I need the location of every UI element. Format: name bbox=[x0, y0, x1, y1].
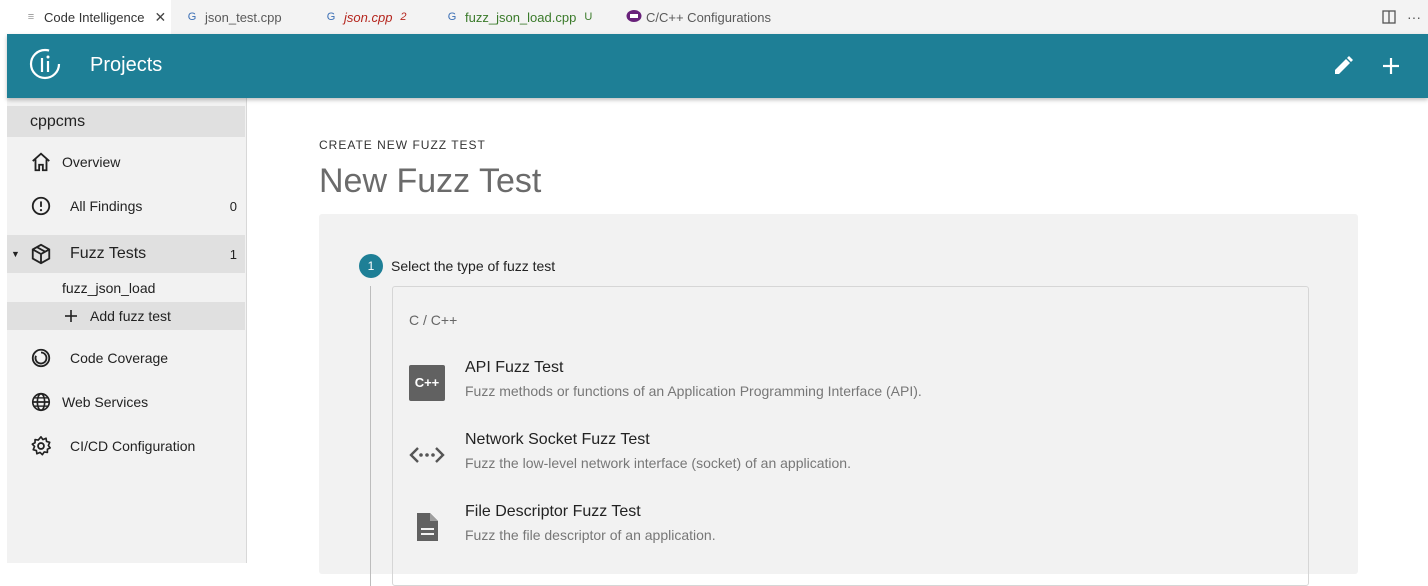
main-content: CREATE NEW FUZZ TEST New Fuzz Test 1 Sel… bbox=[247, 98, 1428, 586]
close-icon[interactable]: ✕ bbox=[154, 9, 166, 26]
problem-count-badge: 2 bbox=[400, 11, 407, 23]
page-overline: CREATE NEW FUZZ TEST bbox=[319, 138, 486, 152]
sidebar-item-label: CI/CD Configuration bbox=[70, 438, 196, 454]
tab-cpp-configurations[interactable]: C/C++ Configurations bbox=[614, 0, 804, 34]
sidebar-item-web-services[interactable]: Web Services bbox=[7, 384, 245, 420]
sidebar-item-cicd-configuration[interactable]: CI/CD Configuration bbox=[7, 428, 245, 464]
caret-down-icon[interactable]: ▼ bbox=[11, 249, 20, 259]
project-name[interactable]: cppcms bbox=[7, 106, 245, 137]
fuzz-test-wizard-card: 1 Select the type of fuzz test C / C++ C… bbox=[319, 214, 1358, 586]
plus-icon bbox=[65, 310, 77, 322]
gear-icon bbox=[31, 436, 51, 456]
fuzz-tests-count: 1 bbox=[229, 246, 237, 262]
editor-tab-bar: ≡ Code Intelligence ✕ G json_test.cpp G … bbox=[0, 0, 1428, 34]
globe-icon bbox=[31, 392, 51, 412]
findings-count: 0 bbox=[229, 198, 237, 214]
sidebar-item-fuzz-json-load[interactable]: fuzz_json_load bbox=[7, 274, 245, 302]
cube-icon bbox=[31, 243, 51, 265]
tab-code-intelligence[interactable]: ≡ Code Intelligence ✕ bbox=[0, 0, 171, 34]
sidebar-item-fuzz-tests[interactable]: ▼ Fuzz Tests 1 bbox=[7, 235, 245, 273]
home-icon bbox=[32, 152, 50, 172]
cpp-file-icon: G bbox=[187, 11, 197, 23]
tab-label: json.cpp bbox=[344, 9, 393, 25]
more-actions-icon[interactable]: ··· bbox=[1407, 0, 1421, 34]
option-description: Fuzz methods or functions of an Applicat… bbox=[465, 383, 922, 399]
sidebar: cppcms Overview All Findings 0 ▼ Fuzz Te… bbox=[7, 98, 247, 563]
network-socket-icon bbox=[409, 447, 445, 463]
sidebar-item-label: fuzz_json_load bbox=[62, 280, 156, 296]
preview-icon: ≡ bbox=[27, 11, 35, 23]
tab-label: json_test.cpp bbox=[205, 9, 282, 25]
tab-fuzz-json-load-cpp[interactable]: G fuzz_json_load.cpp U bbox=[431, 0, 614, 34]
option-api-fuzz-test[interactable]: C++ API Fuzz Test Fuzz methods or functi… bbox=[409, 359, 1289, 415]
tab-label: Code Intelligence bbox=[44, 9, 145, 25]
sidebar-item-label: Fuzz Tests bbox=[70, 245, 147, 262]
add-fuzz-test-button[interactable]: Add fuzz test bbox=[7, 302, 245, 330]
option-network-socket-fuzz-test[interactable]: Network Socket Fuzz Test Fuzz the low-le… bbox=[409, 431, 1289, 487]
code-intelligence-logo bbox=[29, 48, 61, 80]
sidebar-item-all-findings[interactable]: All Findings 0 bbox=[7, 188, 245, 224]
option-file-descriptor-fuzz-test[interactable]: File Descriptor Fuzz Test Fuzz the file … bbox=[409, 503, 1289, 559]
fuzz-test-type-options: C / C++ C++ API Fuzz Test Fuzz methods o… bbox=[392, 286, 1309, 586]
cpp-file-icon: G bbox=[447, 11, 457, 23]
settings-file-icon bbox=[626, 9, 642, 26]
sidebar-item-label: Web Services bbox=[62, 394, 149, 410]
plus-icon[interactable] bbox=[1379, 54, 1403, 78]
header-title: Projects bbox=[90, 54, 163, 76]
file-icon bbox=[417, 513, 438, 541]
step-label: Select the type of fuzz test bbox=[391, 258, 556, 274]
cpp-file-icon: G bbox=[326, 11, 336, 23]
step-number: 1 bbox=[359, 254, 383, 278]
option-title: Network Socket Fuzz Test bbox=[465, 431, 650, 448]
split-editor-icon[interactable] bbox=[1382, 0, 1396, 34]
tab-json-test-cpp[interactable]: G json_test.cpp bbox=[171, 0, 310, 34]
app-header: Projects bbox=[7, 34, 1428, 98]
option-title: File Descriptor Fuzz Test bbox=[465, 503, 641, 520]
step-connector bbox=[370, 286, 371, 586]
untracked-badge: U bbox=[584, 11, 593, 23]
sidebar-item-overview[interactable]: Overview bbox=[7, 144, 245, 180]
sidebar-item-label: All Findings bbox=[70, 198, 143, 214]
pencil-icon[interactable] bbox=[1331, 54, 1355, 78]
cpp-icon: C++ bbox=[409, 365, 445, 401]
coverage-icon bbox=[31, 348, 51, 368]
tab-label: fuzz_json_load.cpp bbox=[465, 9, 577, 25]
sidebar-item-label: Overview bbox=[62, 154, 121, 170]
option-description: Fuzz the file descriptor of an applicati… bbox=[465, 527, 716, 543]
alert-circle-icon bbox=[31, 196, 51, 216]
tab-json-cpp[interactable]: G json.cpp 2 bbox=[310, 0, 431, 34]
tab-label: C/C++ Configurations bbox=[646, 9, 772, 25]
option-description: Fuzz the low-level network interface (so… bbox=[465, 455, 851, 471]
sidebar-item-label: Code Coverage bbox=[70, 350, 169, 366]
language-group-label: C / C++ bbox=[409, 312, 458, 328]
page-title: New Fuzz Test bbox=[319, 162, 542, 200]
option-title: API Fuzz Test bbox=[465, 359, 564, 376]
sidebar-item-label: Add fuzz test bbox=[90, 308, 171, 324]
sidebar-item-code-coverage[interactable]: Code Coverage bbox=[7, 340, 245, 376]
